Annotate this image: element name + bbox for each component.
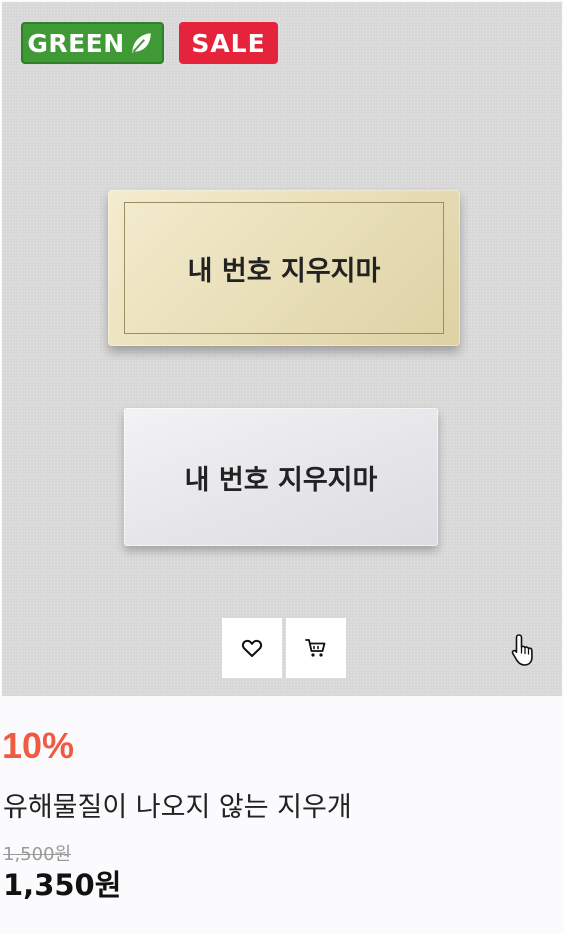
product-image[interactable]: GREEN SALE 내 번호 지우지마 내 번호 지우지마 (2, 2, 562, 696)
wishlist-button[interactable] (222, 618, 282, 678)
sale-badge: SALE (179, 22, 278, 64)
heart-icon (241, 639, 263, 657)
add-to-cart-button[interactable] (286, 618, 346, 678)
leaf-icon (132, 33, 151, 53)
label-text-gold: 내 번호 지우지마 (187, 255, 381, 287)
discount-rate: 10% (2, 725, 75, 766)
name-label-silver: 내 번호 지우지마 (124, 408, 438, 546)
label-text-silver: 내 번호 지우지마 (184, 464, 378, 496)
green-badge-label: GREEN (27, 28, 125, 58)
name-label-gold: 내 번호 지우지마 (108, 190, 460, 346)
original-price: 1,500원 (3, 844, 72, 865)
green-badge: GREEN (21, 22, 164, 64)
sale-price: 1,350원 (3, 868, 122, 902)
sale-badge-label: SALE (191, 28, 266, 58)
product-card[interactable]: GREEN SALE 내 번호 지우지마 내 번호 지우지마 10% 유해물질이… (0, 0, 564, 934)
product-title[interactable]: 유해물질이 나오지 않는 지우개 (3, 790, 352, 826)
cart-icon (305, 639, 326, 657)
pointer-cursor-icon (511, 634, 533, 666)
